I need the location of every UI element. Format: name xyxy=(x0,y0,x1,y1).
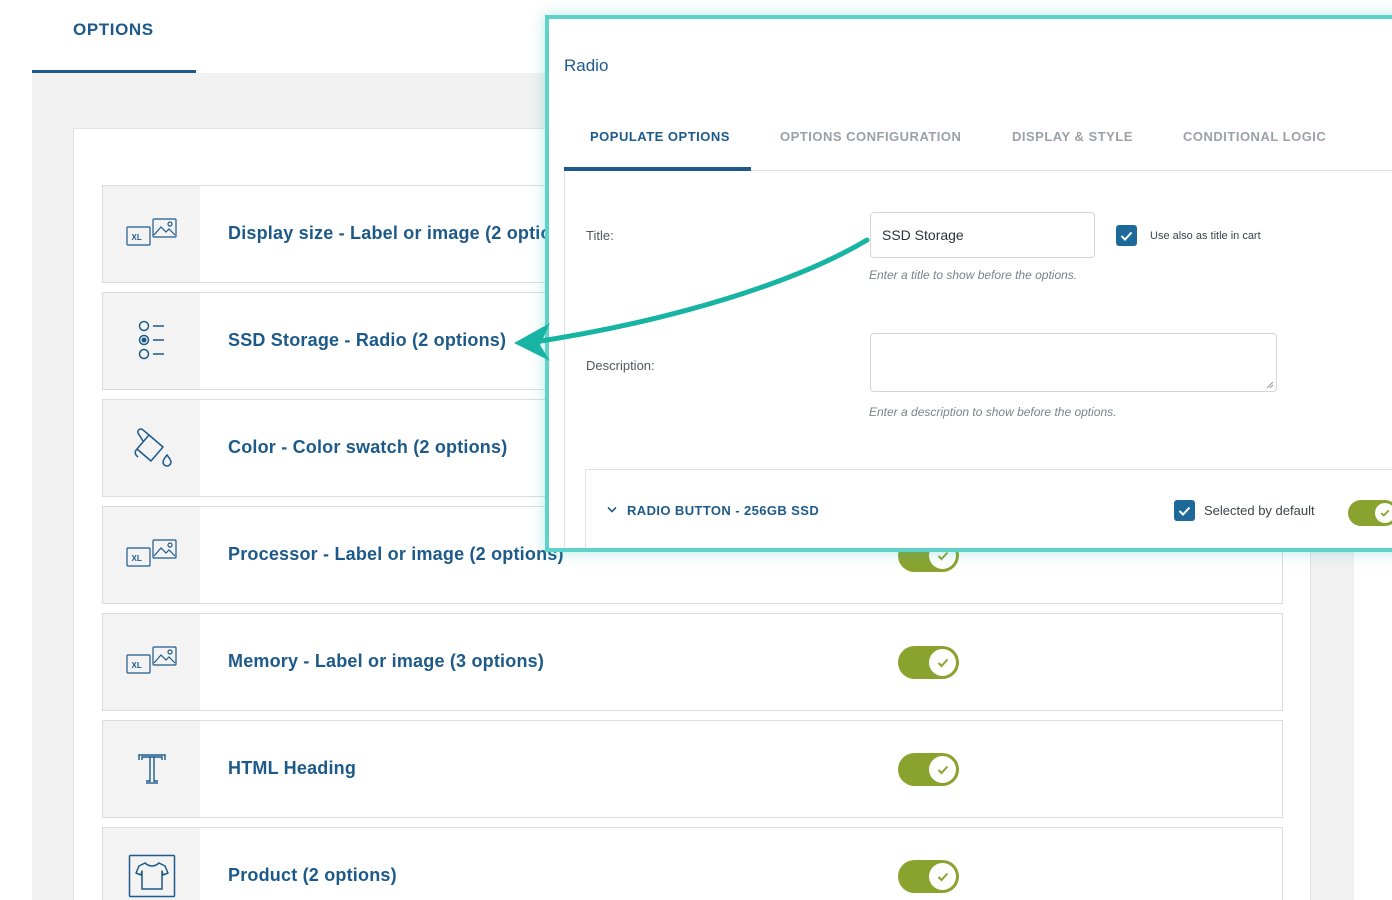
option-row-html-heading[interactable]: HTML Heading xyxy=(102,720,1283,818)
option-row-label: HTML Heading xyxy=(228,758,357,778)
description-field-label: Description: xyxy=(586,358,655,373)
title-field-label: Title: xyxy=(586,228,614,243)
tab-conditional-logic[interactable]: CONDITIONAL LOGIC xyxy=(1183,129,1326,144)
tab-options[interactable]: OPTIONS xyxy=(32,0,196,73)
option-row-label: Display size - Label or image (2 options… xyxy=(228,223,580,243)
check-icon xyxy=(929,863,956,890)
description-help-text: Enter a description to show before the o… xyxy=(869,405,1117,419)
enable-toggle[interactable] xyxy=(898,860,959,893)
tab-populate-options[interactable]: POPULATE OPTIONS xyxy=(590,129,730,144)
tab-options-label: OPTIONS xyxy=(73,20,154,39)
enable-toggle[interactable] xyxy=(898,646,959,679)
check-icon xyxy=(929,756,956,783)
radio-list-icon xyxy=(103,293,200,389)
option-row-label: Product (2 options) xyxy=(228,865,397,885)
radio-option-title[interactable]: RADIO BUTTON - 256GB SSD xyxy=(627,503,819,518)
check-icon xyxy=(929,649,956,676)
radio-settings-modal: Radio POPULATE OPTIONS OPTIONS CONFIGURA… xyxy=(545,15,1392,552)
tshirt-icon xyxy=(103,828,200,900)
description-textarea[interactable] xyxy=(870,333,1277,392)
resize-grip-icon[interactable] xyxy=(1266,381,1274,389)
label-or-image-icon: XL xyxy=(103,614,200,710)
check-icon xyxy=(1375,503,1392,523)
populate-options-panel: Title: Use also as title in cart Enter a… xyxy=(564,171,1392,548)
svg-text:XL: XL xyxy=(131,661,141,670)
svg-text:XL: XL xyxy=(131,233,141,242)
option-row-product[interactable]: Product (2 options) xyxy=(102,827,1283,900)
radio-option-enable-toggle[interactable] xyxy=(1348,500,1392,526)
svg-text:XL: XL xyxy=(131,554,141,563)
title-input[interactable] xyxy=(870,212,1095,258)
option-row-label: Memory - Label or image (3 options) xyxy=(228,651,545,671)
selected-by-default-label: Selected by default xyxy=(1204,503,1315,518)
text-heading-icon xyxy=(103,721,200,817)
tab-display-style[interactable]: DISPLAY & STYLE xyxy=(1012,129,1133,144)
modal-title: Radio xyxy=(564,56,609,75)
radio-option-item[interactable]: RADIO BUTTON - 256GB SSD Selected by def… xyxy=(585,469,1392,548)
selected-by-default-checkbox[interactable] xyxy=(1174,500,1195,521)
option-row-label: Color - Color swatch (2 options) xyxy=(228,437,508,457)
option-row-label: Processor - Label or image (2 options) xyxy=(228,544,564,564)
label-or-image-icon: XL xyxy=(103,507,200,603)
enable-toggle[interactable] xyxy=(898,753,959,786)
option-row-label: SSD Storage - Radio (2 options) xyxy=(228,330,507,350)
label-or-image-icon: XL xyxy=(103,186,200,282)
title-help-text: Enter a title to show before the options… xyxy=(869,268,1078,282)
option-row-memory[interactable]: XL Memory - Label or image (3 options) xyxy=(102,613,1283,711)
use-as-cart-title-label: Use also as title in cart xyxy=(1150,230,1261,242)
tab-options-configuration[interactable]: OPTIONS CONFIGURATION xyxy=(780,129,961,144)
modal-tab-bar: POPULATE OPTIONS OPTIONS CONFIGURATION D… xyxy=(564,109,1392,171)
use-as-cart-title-checkbox[interactable] xyxy=(1116,225,1137,246)
chevron-down-icon[interactable] xyxy=(607,506,617,513)
paint-bucket-icon xyxy=(103,400,200,496)
